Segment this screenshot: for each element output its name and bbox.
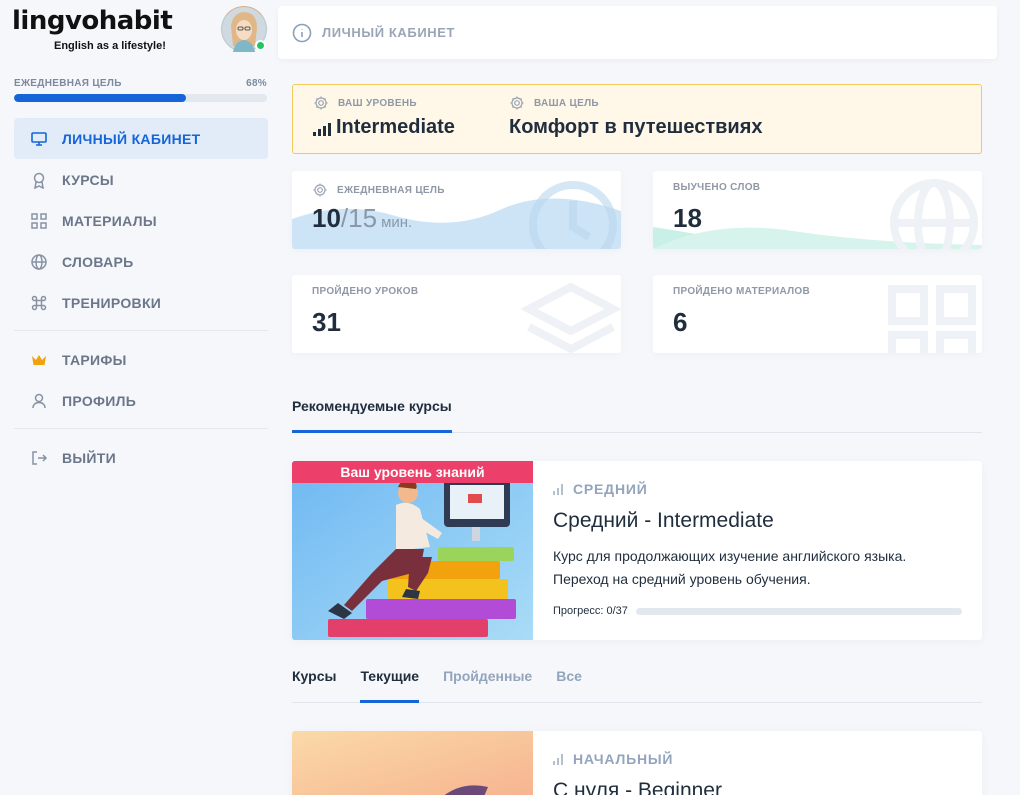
stat-label: ПРОЙДЕНО УРОКОВ — [312, 286, 419, 297]
user-icon — [30, 392, 48, 410]
grid-icon — [888, 285, 976, 353]
stat-label: ВЫУЧЕНО СЛОВ — [673, 182, 761, 193]
course-title[interactable]: Средний - Intermediate — [553, 509, 962, 533]
stat-value-total: /15 — [340, 203, 378, 233]
stat-lessons-completed: ПРОЙДЕНО УРОКОВ 31 — [292, 275, 621, 353]
sidebar-item-profile[interactable]: ПРОФИЛЬ — [14, 380, 268, 421]
crown-icon — [30, 351, 48, 369]
online-status-dot — [255, 40, 266, 51]
daily-goal-progress: ЕЖЕДНЕВНАЯ ЦЕЛЬ 68% — [14, 78, 267, 102]
gear-icon — [312, 182, 328, 198]
course-progress-label: Прогресс: 0/37 — [553, 605, 628, 617]
stat-words-learned: ВЫУЧЕНО СЛОВ 18 — [653, 171, 982, 249]
daily-goal-percent: 68% — [246, 78, 267, 89]
level-label: ВАШ УРОВЕНЬ — [338, 97, 417, 109]
avatar[interactable] — [221, 6, 267, 52]
command-icon — [30, 294, 48, 312]
logo-tagline: English as a lifestyle! — [54, 40, 166, 52]
logo[interactable]: lingvohabit English as a lifestyle! — [12, 6, 173, 52]
your-level-badge: Ваш уровень знаний — [292, 461, 533, 483]
signal-icon — [553, 753, 563, 765]
course-illustration: Ваш уровень знаний — [292, 461, 533, 640]
current-course-card[interactable]: НАЧАЛЬНЫЙ С нуля - Beginner — [292, 731, 982, 795]
sidebar-item-label: ПРОФИЛЬ — [62, 392, 137, 409]
tab-completed[interactable]: Пройденные — [443, 668, 532, 702]
course-description: Курс для продолжающих изучение английско… — [553, 548, 907, 587]
tab-all[interactable]: Все — [556, 668, 582, 702]
stat-value: 6 — [673, 307, 688, 337]
sidebar-item-courses[interactable]: КУРСЫ — [14, 159, 268, 200]
sidebar-item-trainings[interactable]: ТРЕНИРОВКИ — [14, 282, 268, 323]
sidebar-item-label: ТРЕНИРОВКИ — [62, 294, 162, 311]
daily-goal-bar-fill — [14, 94, 187, 102]
sidebar-item-dashboard[interactable]: ЛИЧНЫЙ КАБИНЕТ — [14, 118, 268, 159]
goal-label: ВАША ЦЕЛЬ — [534, 97, 599, 109]
tab-current[interactable]: Текущие — [360, 668, 419, 703]
course-title[interactable]: С нуля - Beginner — [553, 779, 962, 795]
sidebar-item-label: ТАРИФЫ — [62, 351, 127, 368]
sidebar-nav: ЛИЧНЫЙ КАБИНЕТ КУРСЫ МАТЕРИАЛЫ СЛОВАРЬ Т… — [14, 118, 268, 478]
level-value: Intermediate — [336, 116, 455, 138]
course-level: СРЕДНИЙ — [573, 481, 648, 497]
clock-icon — [529, 181, 617, 249]
signal-icon — [553, 483, 563, 495]
daily-goal-label: ЕЖЕДНЕВНАЯ ЦЕЛЬ — [14, 78, 122, 89]
grid-icon — [30, 212, 48, 230]
sidebar-item-label: МАТЕРИАЛЫ — [62, 212, 157, 229]
stat-value-unit: мин. — [381, 214, 413, 231]
course-body: НАЧАЛЬНЫЙ С нуля - Beginner — [553, 751, 962, 795]
page-header: ЛИЧНЫЙ КАБИНЕТ — [278, 6, 997, 59]
stat-value: 31 — [312, 307, 341, 337]
stat-value-done: 10 — [312, 203, 341, 233]
course-filter-tabs: Курсы Текущие Пройденные Все — [292, 668, 982, 703]
course-illustration — [292, 731, 533, 795]
logo-text: lingvohabit — [12, 6, 173, 36]
sidebar-item-label: ВЫЙТИ — [62, 449, 116, 466]
your-level: ВАШ УРОВЕНЬ Intermediate — [313, 95, 455, 139]
recommended-course-card[interactable]: Ваш уровень знаний СРЕДНИЙ Средний - Int… — [292, 461, 982, 640]
sidebar-item-tariffs[interactable]: ТАРИФЫ — [14, 339, 268, 380]
sidebar-item-label: ЛИЧНЫЙ КАБИНЕТ — [62, 130, 201, 147]
globe-icon — [890, 179, 978, 249]
stat-daily-goal: ЕЖЕДНЕВНАЯ ЦЕЛЬ 10/15 мин. — [292, 171, 621, 249]
sidebar-item-dictionary[interactable]: СЛОВАРЬ — [14, 241, 268, 282]
sidebar-item-label: КУРСЫ — [62, 171, 114, 188]
sidebar-item-logout[interactable]: ВЫЙТИ — [14, 437, 268, 478]
course-progress: Прогресс: 0/37 — [553, 605, 962, 617]
course-body: СРЕДНИЙ Средний - Intermediate Курс для … — [553, 481, 962, 617]
sidebar: lingvohabit English as a lifestyle! ЕЖЕД… — [0, 0, 280, 795]
globe-icon — [30, 253, 48, 271]
award-icon — [30, 171, 48, 189]
your-goal: ВАША ЦЕЛЬ Комфорт в путешествиях — [509, 95, 763, 139]
course-level: НАЧАЛЬНЫЙ — [573, 751, 674, 767]
course-progress-bar — [635, 607, 962, 615]
sidebar-divider — [14, 428, 268, 429]
gear-icon — [509, 95, 525, 111]
page-title: ЛИЧНЫЙ КАБИНЕТ — [322, 25, 456, 40]
logout-icon — [30, 449, 48, 467]
signal-icon — [313, 122, 331, 136]
info-icon[interactable] — [292, 23, 312, 43]
level-goal-card: ВАШ УРОВЕНЬ Intermediate ВАША ЦЕЛЬ Комфо… — [292, 84, 982, 154]
recommended-tabs: Рекомендуемые курсы — [292, 398, 982, 433]
layers-icon — [521, 282, 621, 353]
stat-label: ПРОЙДЕНО МАТЕРИАЛОВ — [673, 286, 811, 297]
sidebar-item-materials[interactable]: МАТЕРИАЛЫ — [14, 200, 268, 241]
gear-icon — [313, 95, 329, 111]
daily-goal-bar — [14, 94, 267, 102]
sidebar-item-label: СЛОВАРЬ — [62, 253, 134, 270]
stat-label: ЕЖЕДНЕВНАЯ ЦЕЛЬ — [337, 184, 445, 196]
monitor-icon — [30, 130, 48, 148]
goal-value: Комфорт в путешествиях — [509, 116, 763, 138]
stat-value: 18 — [673, 203, 702, 233]
stat-materials-completed: ПРОЙДЕНО МАТЕРИАЛОВ 6 — [653, 275, 982, 353]
sidebar-divider — [14, 330, 268, 331]
tab-courses[interactable]: Курсы — [292, 668, 336, 702]
tab-recommended-courses[interactable]: Рекомендуемые курсы — [292, 398, 452, 433]
